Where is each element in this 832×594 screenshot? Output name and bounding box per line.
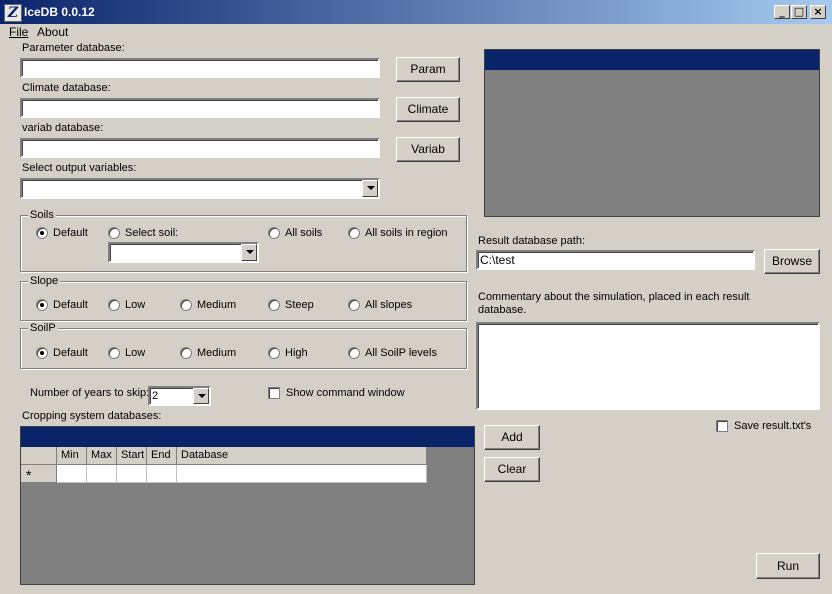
soilp-medium-label: Medium bbox=[197, 347, 237, 359]
add-button[interactable]: Add bbox=[484, 425, 540, 450]
soilp-title: SoilP bbox=[28, 322, 58, 334]
soilp-high-label: High bbox=[285, 347, 308, 359]
slope-steep-label: Steep bbox=[285, 299, 314, 311]
soilp-low-radio[interactable] bbox=[108, 347, 120, 359]
param-label: Parameter database: bbox=[22, 42, 125, 54]
cropping-label: Cropping system databases: bbox=[22, 410, 162, 422]
menu-about-label: About bbox=[37, 25, 69, 39]
minimize-button[interactable]: _ bbox=[774, 5, 790, 19]
slope-default-radio[interactable] bbox=[36, 299, 48, 311]
window-title: IceDB 0.0.12 bbox=[24, 5, 95, 19]
result-input[interactable]: C:\test bbox=[476, 250, 755, 270]
table-cell[interactable] bbox=[117, 465, 147, 483]
soils-region-radio[interactable] bbox=[348, 227, 360, 239]
col-max[interactable]: Max bbox=[87, 447, 117, 465]
menu-about[interactable]: About bbox=[37, 25, 68, 39]
soilp-medium-radio[interactable] bbox=[180, 347, 192, 359]
slope-title: Slope bbox=[28, 275, 61, 287]
save-result-label: Save result.txt's bbox=[734, 420, 812, 432]
close-button[interactable]: × bbox=[810, 5, 826, 19]
soil-select[interactable] bbox=[108, 242, 259, 263]
chevron-down-icon[interactable] bbox=[241, 244, 257, 261]
soils-all-radio[interactable] bbox=[268, 227, 280, 239]
soilp-default-label: Default bbox=[53, 347, 88, 359]
output-select[interactable] bbox=[20, 178, 380, 199]
grid-caption bbox=[21, 427, 474, 447]
climate-button[interactable]: Climate bbox=[396, 97, 460, 122]
chevron-down-icon[interactable] bbox=[193, 388, 209, 404]
col-database[interactable]: Database bbox=[177, 447, 427, 465]
slope-all-label: All slopes bbox=[365, 299, 413, 311]
app-icon[interactable]: Z bbox=[4, 4, 22, 22]
show-command-checkbox[interactable] bbox=[268, 387, 280, 399]
soilp-high-radio[interactable] bbox=[268, 347, 280, 359]
save-result-checkbox[interactable] bbox=[716, 420, 728, 432]
commentary-textarea[interactable] bbox=[476, 322, 820, 410]
slope-low-radio[interactable] bbox=[108, 299, 120, 311]
years-value: 2 bbox=[152, 390, 159, 402]
clear-button[interactable]: Clear bbox=[484, 457, 540, 482]
variab-input[interactable] bbox=[20, 138, 380, 158]
slope-all-radio[interactable] bbox=[348, 299, 360, 311]
slope-medium-radio[interactable] bbox=[180, 299, 192, 311]
menu-file[interactable]: File bbox=[9, 25, 28, 39]
show-command-label: Show command window bbox=[286, 387, 405, 399]
slope-low-label: Low bbox=[125, 299, 146, 311]
preview-panel bbox=[484, 49, 820, 217]
years-select[interactable]: 2 bbox=[148, 386, 211, 406]
table-cell[interactable] bbox=[87, 465, 117, 483]
preview-caption bbox=[485, 50, 819, 70]
result-value: C:\test bbox=[480, 253, 515, 267]
col-min[interactable]: Min bbox=[57, 447, 87, 465]
soilp-all-radio[interactable] bbox=[348, 347, 360, 359]
table-cell[interactable] bbox=[147, 465, 177, 483]
run-button[interactable]: Run bbox=[756, 553, 820, 579]
slope-default-label: Default bbox=[53, 299, 88, 311]
output-label: Select output variables: bbox=[22, 162, 137, 174]
new-row-marker: * bbox=[21, 465, 57, 483]
soils-default-radio[interactable] bbox=[36, 227, 48, 239]
soils-select-label: Select soil: bbox=[125, 227, 179, 239]
commentary-label-1: Commentary about the simulation, placed … bbox=[478, 291, 750, 303]
title-bar bbox=[0, 0, 832, 24]
table-cell[interactable] bbox=[57, 465, 87, 483]
soilp-all-label: All SoilP levels bbox=[365, 347, 437, 359]
param-button[interactable]: Param bbox=[396, 57, 460, 82]
variab-button[interactable]: Variab bbox=[396, 137, 460, 162]
col-end[interactable]: End bbox=[147, 447, 177, 465]
soils-default-label: Default bbox=[53, 227, 88, 239]
param-input[interactable] bbox=[20, 58, 380, 78]
soilp-low-label: Low bbox=[125, 347, 146, 359]
slope-steep-radio[interactable] bbox=[268, 299, 280, 311]
maximize-button[interactable]: □ bbox=[791, 5, 807, 19]
commentary-label-2: database. bbox=[478, 304, 527, 316]
col-start[interactable]: Start bbox=[117, 447, 147, 465]
soils-region-label: All soils in region bbox=[365, 227, 448, 239]
result-label: Result database path: bbox=[478, 235, 586, 247]
climate-input[interactable] bbox=[20, 98, 380, 118]
years-label: Number of years to skip: bbox=[30, 387, 150, 399]
climate-label: Climate database: bbox=[22, 82, 111, 94]
table-cell[interactable] bbox=[177, 465, 427, 483]
variab-label: variab database: bbox=[22, 122, 104, 134]
browse-button[interactable]: Browse bbox=[764, 249, 820, 274]
slope-medium-label: Medium bbox=[197, 299, 237, 311]
grid-corner bbox=[21, 447, 57, 465]
soils-all-label: All soils bbox=[285, 227, 323, 239]
soils-select-radio[interactable] bbox=[108, 227, 120, 239]
cropping-grid[interactable]: Min Max Start End Database * bbox=[20, 426, 475, 585]
soils-title: Soils bbox=[28, 209, 56, 221]
menu-file-label: File bbox=[9, 25, 29, 39]
chevron-down-icon[interactable] bbox=[362, 180, 378, 197]
soilp-default-radio[interactable] bbox=[36, 347, 48, 359]
